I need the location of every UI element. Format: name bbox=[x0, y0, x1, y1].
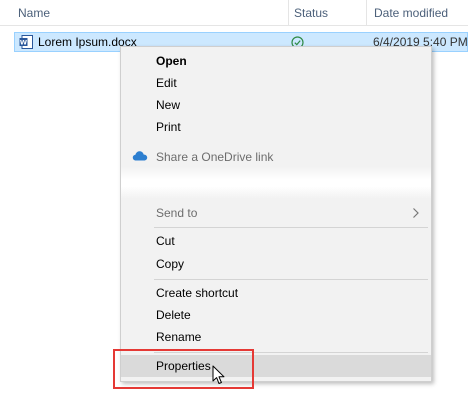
context-menu: Open Edit New Print Share a OneDrive lin… bbox=[120, 46, 432, 382]
menu-item-label: New bbox=[156, 98, 181, 112]
column-header-bar: Name Status Date modified bbox=[0, 0, 468, 26]
menu-separator bbox=[154, 279, 428, 280]
column-header-date-modified[interactable]: Date modified bbox=[374, 0, 448, 26]
menu-item-edit[interactable]: Edit bbox=[121, 72, 431, 94]
menu-item-new[interactable]: New bbox=[121, 94, 431, 116]
highlight-box bbox=[113, 349, 254, 389]
menu-item-delete[interactable]: Delete bbox=[121, 304, 431, 326]
menu-item-label: Open bbox=[156, 54, 187, 68]
onedrive-cloud-icon bbox=[132, 151, 148, 161]
column-header-name[interactable]: Name bbox=[18, 0, 50, 26]
mouse-pointer-icon bbox=[212, 365, 225, 384]
menu-item-label: Share a OneDrive link bbox=[156, 150, 274, 164]
menu-item-label: Create shortcut bbox=[156, 286, 239, 300]
chevron-right-icon bbox=[413, 208, 419, 218]
menu-item-cut[interactable]: Cut bbox=[121, 230, 431, 252]
menu-item-label: Delete bbox=[156, 308, 191, 322]
menu-item-create-shortcut[interactable]: Create shortcut bbox=[121, 282, 431, 304]
menu-item-share-onedrive-link[interactable]: Share a OneDrive link bbox=[121, 146, 431, 168]
menu-item-label: Send to bbox=[156, 206, 198, 220]
column-divider[interactable] bbox=[288, 0, 289, 26]
menu-item-rename[interactable]: Rename bbox=[121, 326, 431, 348]
column-header-status[interactable]: Status bbox=[294, 0, 328, 26]
menu-item-label: Cut bbox=[156, 234, 175, 248]
menu-item-send-to[interactable]: Send to bbox=[121, 202, 431, 224]
column-divider[interactable] bbox=[366, 0, 367, 26]
menu-item-print[interactable]: Print bbox=[121, 116, 431, 138]
menu-item-copy[interactable]: Copy bbox=[121, 253, 431, 275]
menu-item-label: Print bbox=[156, 120, 181, 134]
menu-item-label: Copy bbox=[156, 257, 185, 271]
menu-separator bbox=[154, 227, 428, 228]
svg-text:W: W bbox=[20, 39, 27, 47]
menu-fade-region bbox=[121, 167, 431, 199]
menu-item-label: Rename bbox=[156, 330, 202, 344]
menu-item-open[interactable]: Open bbox=[121, 50, 431, 72]
menu-item-label: Edit bbox=[156, 76, 177, 90]
word-document-icon: W bbox=[19, 35, 33, 49]
